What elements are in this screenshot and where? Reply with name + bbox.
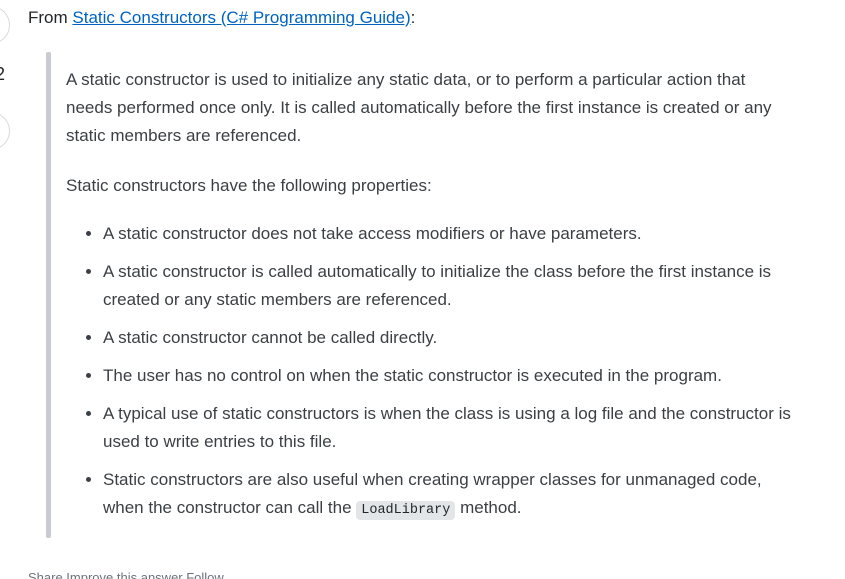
quote-block: A static constructor is used to initiali… [46,52,806,538]
static-constructors-link[interactable]: Static Constructors (C# Programming Guid… [72,8,410,27]
intro-line: From Static Constructors (C# Programming… [28,7,415,29]
quote-body: A static constructor is used to initiali… [66,66,796,535]
quote-bar [46,52,51,538]
list-item: A typical use of static constructors is … [103,400,796,456]
loadlibrary-code: LoadLibrary [356,501,456,520]
list-item: Static constructors are also useful when… [103,466,796,525]
vote-count: 2 [0,64,6,84]
post-menu-cutoff[interactable]: Share Improve this answer Follow [28,570,224,579]
list-item: A static constructor cannot be called di… [103,324,796,352]
list-item: A static constructor does not take acces… [103,220,796,248]
downvote-button[interactable] [0,112,10,150]
intro-suffix: : [410,8,416,27]
properties-list: A static constructor does not take acces… [66,220,796,525]
list-item: A static constructor is called automatic… [103,258,796,314]
intro-prefix: From [28,8,73,27]
upvote-button[interactable] [0,6,10,44]
quote-paragraph-2: Static constructors have the following p… [66,176,432,195]
quote-paragraph-1: A static constructor is used to initiali… [66,70,772,145]
answer-page: 2 From Static Constructors (C# Programmi… [0,0,845,579]
list-item-text-end: method. [455,498,522,517]
list-item: The user has no control on when the stat… [103,362,796,390]
